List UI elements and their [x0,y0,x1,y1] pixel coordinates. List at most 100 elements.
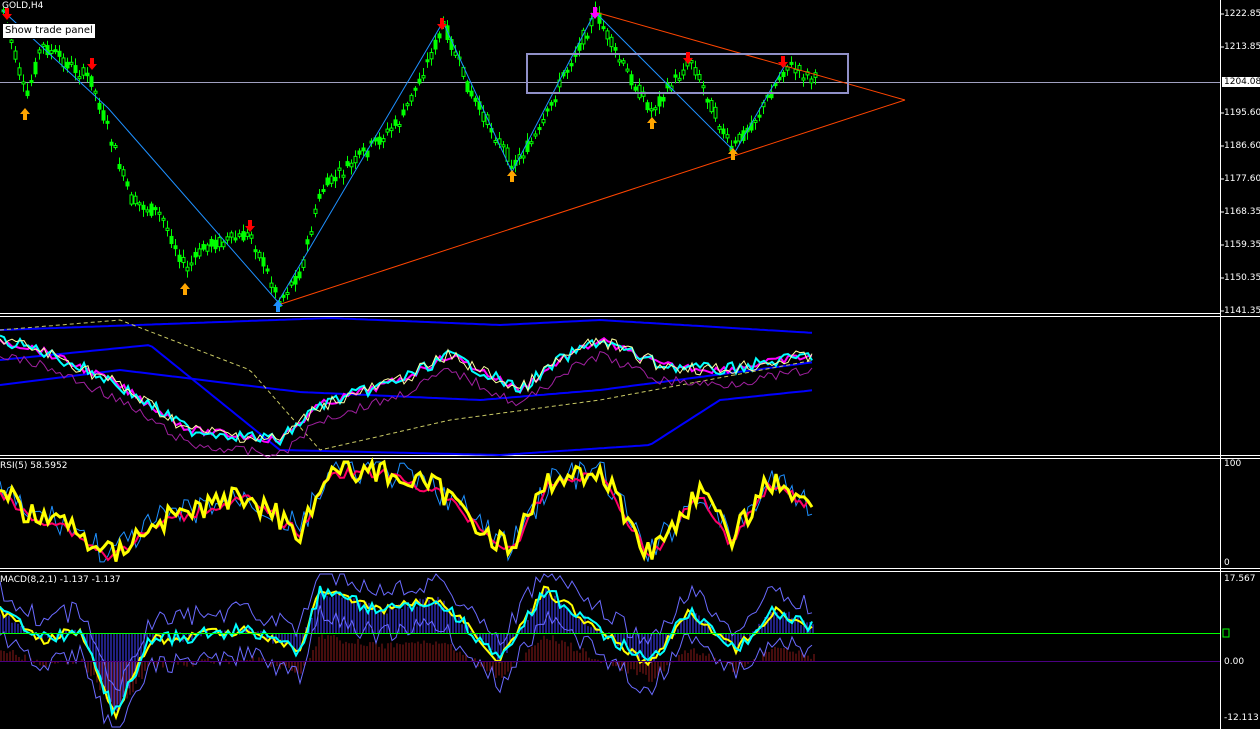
candle-body [565,69,570,73]
symbol-label: GOLD,H4 [2,1,44,11]
candle-body [113,145,118,149]
candle-body [53,49,58,53]
candle-body [349,162,354,168]
candle-body [289,281,294,286]
candle-body [17,67,22,76]
candle-body [65,61,70,69]
candle-body [353,155,358,164]
candle-body [33,61,38,75]
candle-body [585,35,590,39]
candle-body [121,169,126,177]
down-arrow-icon [245,220,255,232]
candle-body [265,268,270,272]
candle-body [701,85,706,89]
price-tick: 1213.85 [1224,42,1260,52]
candle-body [137,202,142,206]
candle-body [13,50,18,60]
candle-body [753,119,758,123]
candle-body [285,291,290,295]
candle-body [201,244,206,250]
candle-body [417,78,422,84]
candle-body [337,167,342,171]
rsi-indicator [0,456,814,563]
candle-body [85,72,90,77]
candle-body [357,150,362,155]
up-arrow-icon [180,283,190,295]
candle-body [733,140,738,144]
candle-body [709,99,714,113]
price-tick: 1168.35 [1224,207,1260,217]
candle-body [9,39,14,44]
candle-body [109,141,114,146]
candle-body [601,26,606,30]
candle-body [429,52,434,60]
candle-body [613,47,618,51]
candle-body [713,106,718,119]
candle-body [333,176,338,182]
candle-body [273,287,278,293]
candle-body [529,141,534,145]
candle-body [673,74,678,78]
candle-body [437,33,442,39]
candle-body [569,63,574,67]
candle-body [385,128,390,133]
candle-body [609,36,614,48]
candle-body [381,138,386,143]
candle-body [737,133,742,142]
candle-body [397,124,402,128]
lower-trendline[interactable] [277,99,906,306]
candle-body [405,103,410,107]
candle-body [81,67,86,76]
candle-body [293,275,298,285]
candle-body [125,181,130,187]
candle-body [221,241,226,248]
candle-body [317,193,322,199]
candle-body [69,61,74,65]
candle-body [89,76,94,87]
candle-body [173,245,178,250]
candle-body [361,147,366,152]
candle-body [637,84,642,99]
candle-body [93,90,98,94]
chart-canvas[interactable] [0,0,1260,729]
candle-body [377,136,382,145]
candle-body [245,232,250,237]
candle-body [133,195,138,205]
candle-body [157,211,162,215]
candle-body [409,94,414,102]
candle-body [197,248,202,257]
candle-body [533,133,538,137]
candles [1,1,818,311]
candle-body [141,204,146,210]
candle-body [541,118,546,124]
triangle-trendlines[interactable] [277,11,906,306]
candle-body [21,81,26,85]
candle-body [693,67,698,76]
candle-body [145,209,150,213]
rsi-main-line [0,456,814,562]
candle-body [645,102,650,111]
candle-body [633,86,638,91]
show-trade-panel-button[interactable]: Show trade panel [2,23,96,39]
envelope-indicator [0,317,813,458]
candle-body [433,39,438,50]
candle-body [321,189,326,193]
candle-body [73,65,78,74]
macd-label: MACD(8,2,1) -1.137 -1.137 [0,575,121,585]
macd-indicator [0,573,815,728]
candle-body [629,74,634,86]
candle-body [649,108,654,112]
candle-body [29,80,34,84]
candle-body [725,134,730,139]
candle-body [793,68,798,74]
macd-scale-mid: 0.00 [1224,657,1245,667]
candle-body [325,177,330,186]
candle-body [657,96,662,107]
candle-body [225,236,230,241]
candle-body [213,239,218,250]
rsi-label: RSI(5) 58.5952 [0,461,68,471]
up-arrow-icon [20,108,30,120]
candle-body [677,77,682,81]
candle-body [537,127,542,131]
candle-body [257,251,262,259]
